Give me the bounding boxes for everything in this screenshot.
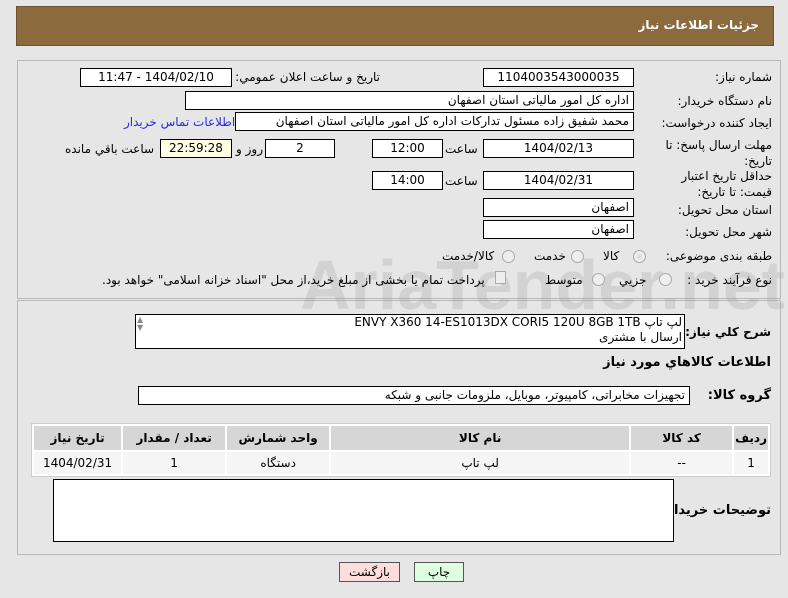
goods-heading: اطلاعات کالاهاي مورد نياز: [603, 355, 771, 370]
purchase-type-label: نوع فرآیند خرید :: [687, 273, 772, 287]
city-field: اصفهان: [483, 220, 634, 239]
goods-group-label: گروه کالا:: [707, 388, 771, 403]
deadline-time-field: 12:00: [372, 139, 443, 158]
days-field: 2: [265, 139, 335, 158]
category-label: طبقه بندی موضوعی:: [665, 249, 772, 263]
table-row: 1 -- لپ تاپ دستگاه 1 1404/02/31: [34, 452, 768, 474]
creator-field: محمد شفیق زاده مسئول تدارکات اداره کل ام…: [235, 112, 634, 131]
buyer-label: نام دستگاه خريدار:: [677, 94, 773, 108]
category-service-radio[interactable]: [571, 250, 584, 263]
description-textarea[interactable]: لپ تاپ ENVY X360 14-ES1013DX CORI5 120U …: [135, 314, 685, 349]
purchase-medium-label: متوسط: [545, 273, 583, 287]
description-label: شرح کلي نياز:: [685, 325, 771, 339]
category-both-label: کالا/خدمت: [442, 249, 495, 263]
validity-date-field: 1404/02/31: [483, 171, 634, 190]
col-date: تاریخ نیاز: [34, 426, 122, 450]
city-label: شهر محل تحویل:: [685, 225, 772, 239]
validity-label: حداقل تاریخ اعتبار قیمت: تا تاریخ:: [681, 169, 772, 199]
goods-table: ردیف کد کالا نام کالا واحد شمارش تعداد /…: [31, 423, 771, 477]
treasury-checkbox[interactable]: [495, 271, 506, 284]
description-line-2: ارسال با مشتری: [599, 330, 682, 344]
purchase-partial-radio[interactable]: [659, 273, 672, 286]
announce-field: 1404/02/10 - 11:47: [80, 68, 232, 87]
buyer-field: اداره کل امور مالیاتی استان اصفهان: [185, 91, 634, 110]
remaining-time-field: 22:59:28: [160, 139, 232, 158]
cell-row: 1: [734, 452, 768, 474]
goods-group-field: تجهیزات مخابراتی، کامپیوتر، موبایل، ملزو…: [138, 386, 690, 405]
col-code: کد کالا: [631, 426, 733, 450]
contact-info-link[interactable]: اطلاعات تماس خريدار: [124, 115, 235, 129]
col-row: ردیف: [734, 426, 768, 450]
need-number-label: شماره نیاز:: [715, 70, 772, 84]
province-label: استان محل تحویل:: [677, 203, 772, 217]
cell-qty: 1: [123, 452, 226, 474]
deadline-label: مهلت ارسال پاسخ: تا تاریخ:: [665, 138, 772, 168]
print-button[interactable]: چاپ: [414, 562, 464, 582]
purchase-partial-label: جزيي: [619, 273, 647, 287]
validity-time-label: ساعت: [445, 174, 478, 188]
days-label: روز و: [236, 142, 263, 156]
category-goods-radio[interactable]: [633, 250, 646, 263]
deadline-date-field: 1404/02/13: [483, 139, 634, 158]
description-line-1: لپ تاپ ENVY X360 14-ES1013DX CORI5 120U …: [354, 315, 682, 329]
page-title: جزئیات اطلاعات نیاز: [638, 18, 759, 32]
validity-time-field: 14:00: [372, 171, 443, 190]
category-both-radio[interactable]: [502, 250, 515, 263]
remaining-label: ساعت باقي مانده: [65, 142, 155, 156]
province-field: اصفهان: [483, 198, 634, 217]
payment-note: پرداخت تمام یا بخشی از مبلغ خرید،از محل …: [102, 273, 485, 287]
col-unit: واحد شمارش: [227, 426, 330, 450]
notes-label: توضیحات خریدار:: [661, 503, 771, 518]
deadline-time-label: ساعت: [445, 142, 478, 156]
cell-code: --: [631, 452, 733, 474]
need-number-field: 1104003543000035: [483, 68, 634, 87]
cell-date: 1404/02/31: [34, 452, 122, 474]
page-header: جزئیات اطلاعات نیاز: [16, 6, 774, 46]
back-button[interactable]: بازگشت: [339, 562, 400, 582]
purchase-medium-radio[interactable]: [592, 273, 605, 286]
buyer-notes-textarea[interactable]: [53, 479, 674, 542]
announce-label: تاریخ و ساعت اعلان عمومي:: [235, 70, 380, 84]
col-qty: تعداد / مقدار: [123, 426, 226, 450]
scroll-arrows-icon[interactable]: ▲ ▼: [137, 316, 143, 332]
category-goods-label: کالا: [603, 249, 620, 263]
category-service-label: خدمت: [534, 249, 566, 263]
col-name: نام کالا: [331, 426, 630, 450]
cell-name: لپ تاپ: [331, 452, 630, 474]
table-header-row: ردیف کد کالا نام کالا واحد شمارش تعداد /…: [34, 426, 768, 450]
cell-unit: دستگاه: [227, 452, 330, 474]
creator-label: ايجاد کننده درخواست:: [661, 116, 772, 130]
